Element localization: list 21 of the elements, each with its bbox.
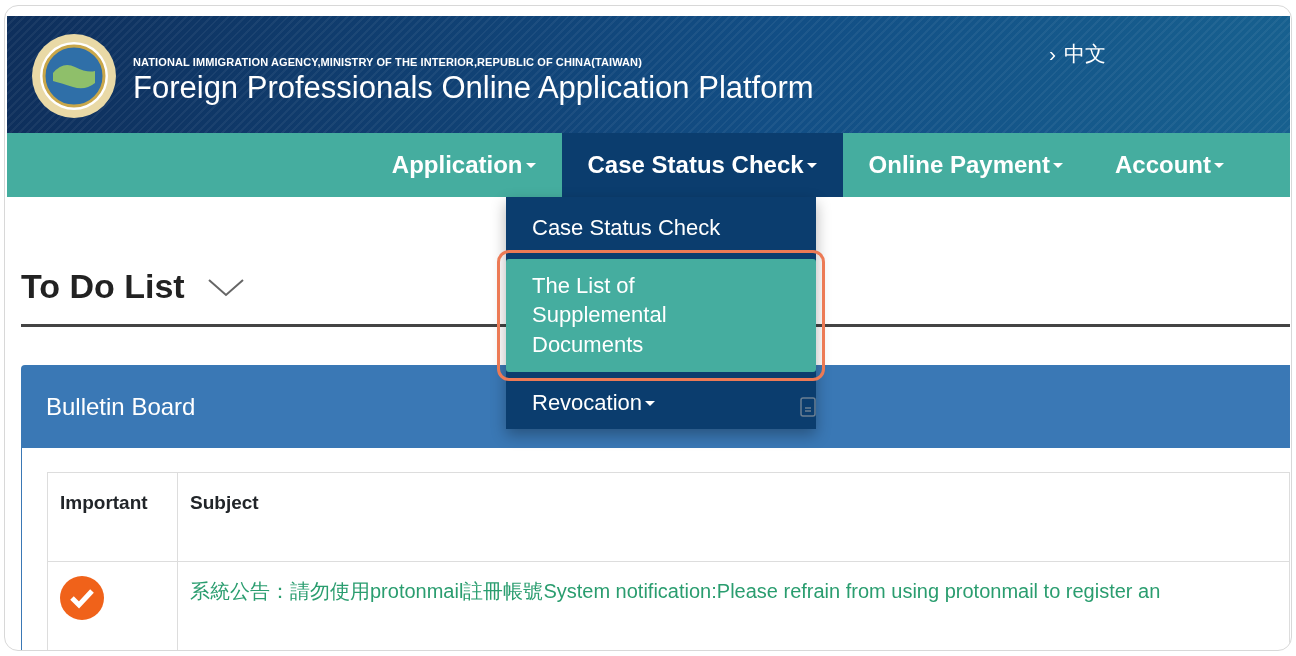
menu-item[interactable]: The List of Supplemental Documents	[506, 258, 816, 372]
menu-item[interactable]: Case Status Check	[506, 201, 816, 255]
chevron-icon: ›	[1049, 38, 1056, 70]
caret-icon	[525, 162, 536, 168]
panel-title: Bulletin Board	[46, 392, 196, 422]
nav-tab[interactable]: Application	[365, 133, 562, 197]
chevron-down-icon[interactable]	[206, 276, 245, 297]
agency-name: NATIONAL IMMIGRATION AGENCY,MINISTRY OF THE INTERIOR,REPUBLIC OF CHINA(TAIWAN)	[133, 55, 643, 70]
caret-icon	[1214, 162, 1224, 168]
column-header: Important	[47, 472, 178, 562]
nav-tab[interactable]: Account	[1089, 133, 1250, 197]
caret-icon	[806, 162, 817, 168]
page-heading: To Do List	[21, 266, 185, 307]
nav-tab[interactable]: Online Payment	[842, 133, 1089, 197]
document-icon	[800, 397, 816, 418]
platform-title: Foreign Professionals Online Application Platform	[133, 70, 814, 105]
nav-tab[interactable]: Case Status Check	[561, 133, 843, 197]
column-header: Subject	[177, 472, 1290, 562]
language-link[interactable]: 中文	[1064, 38, 1106, 70]
menu-item[interactable]: Revocation	[506, 375, 816, 430]
caret-icon	[1053, 162, 1063, 168]
